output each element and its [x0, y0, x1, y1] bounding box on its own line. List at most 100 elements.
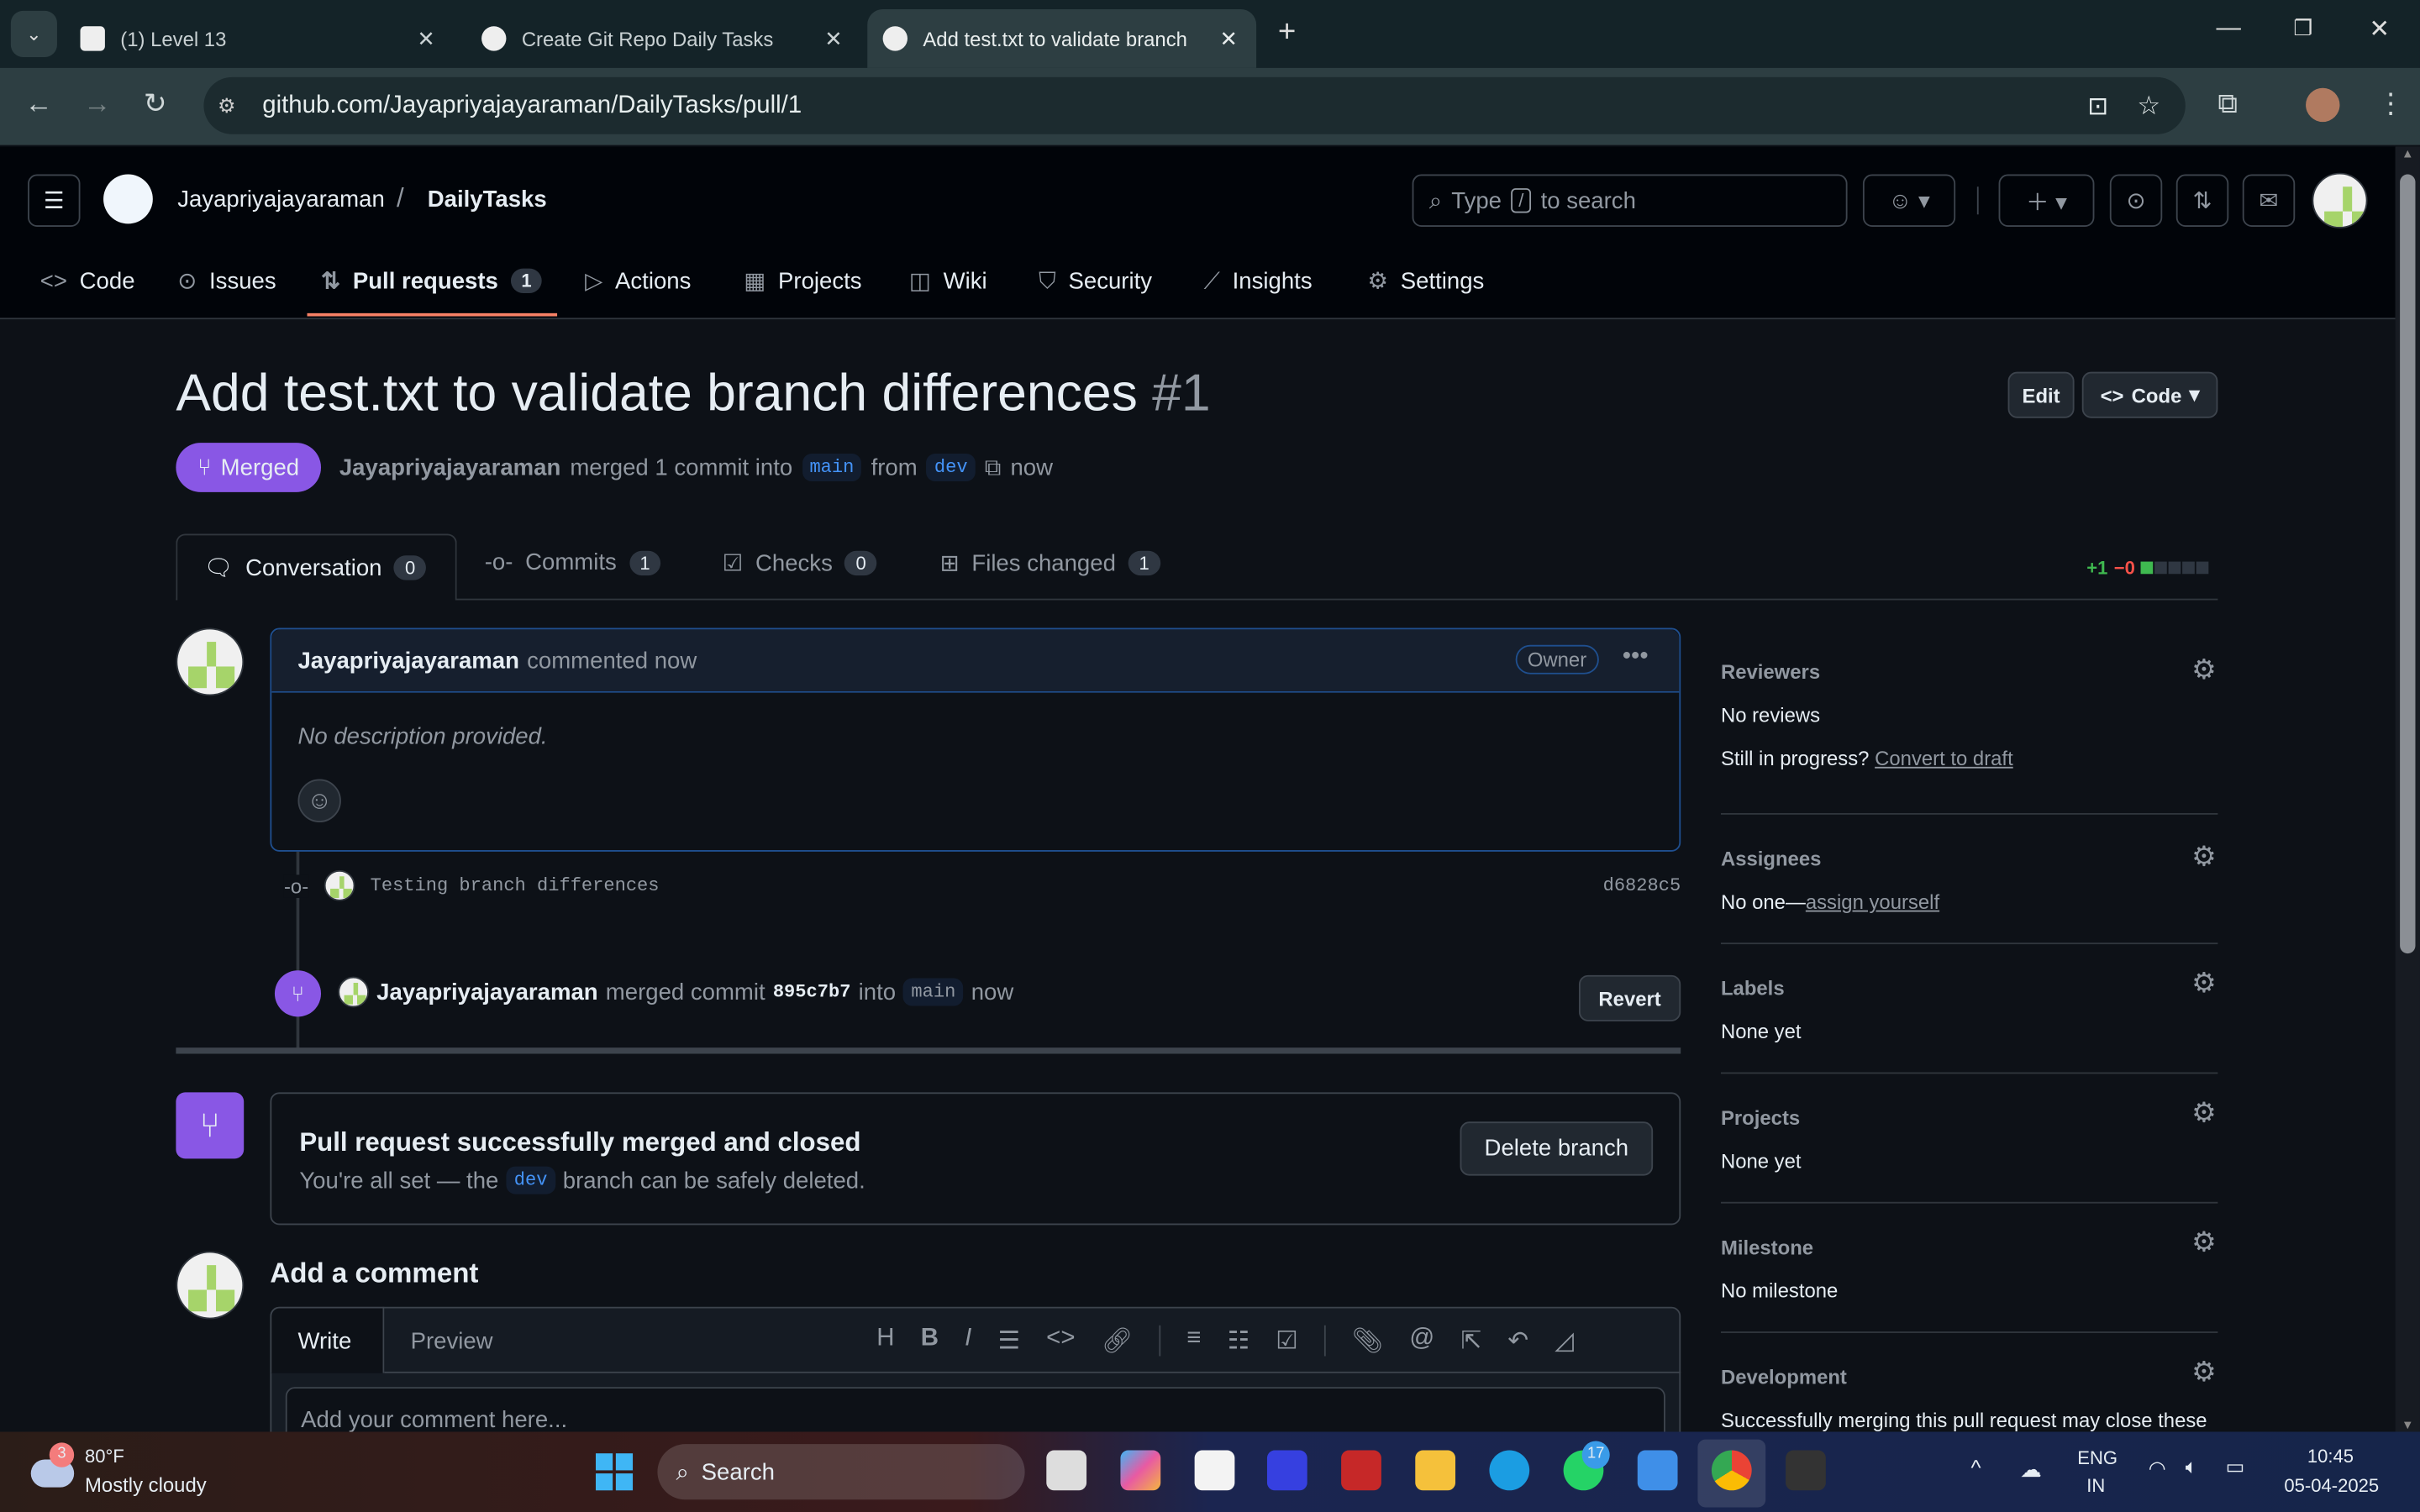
- site-settings-icon[interactable]: ⚙: [218, 93, 235, 118]
- italic-icon[interactable]: I: [965, 1326, 971, 1357]
- mention-icon[interactable]: @: [1409, 1326, 1434, 1357]
- wifi-icon[interactable]: ◠: [2149, 1457, 2166, 1481]
- address-bar[interactable]: ⚙ github.com/Jayapriyajayaraman/DailyTas…: [203, 76, 2186, 134]
- reviewers-gear-icon[interactable]: ⚙: [2191, 654, 2217, 687]
- inbox-icon[interactable]: ✉: [2242, 174, 2296, 227]
- task-view-icon[interactable]: [1046, 1450, 1087, 1491]
- user-avatar[interactable]: [2312, 172, 2368, 228]
- close-window-button[interactable]: ✕: [2369, 14, 2390, 45]
- repo-nav-actions[interactable]: ▷ Actions: [585, 255, 691, 307]
- commit-author-avatar[interactable]: [324, 869, 355, 901]
- volume-icon[interactable]: 🔈︎: [2186, 1455, 2197, 1479]
- onedrive-icon[interactable]: ☁: [2020, 1457, 2042, 1483]
- assign-yourself-link[interactable]: assign yourself: [1806, 890, 1939, 914]
- tab-commits[interactable]: -o- Commits 1: [485, 549, 661, 575]
- photos-icon[interactable]: [1637, 1450, 1678, 1491]
- development-gear-icon[interactable]: ⚙: [2191, 1356, 2217, 1389]
- copilot-icon[interactable]: [1120, 1450, 1161, 1491]
- bold-icon[interactable]: B: [921, 1326, 939, 1357]
- tab-search-button[interactable]: ⌄: [10, 10, 57, 57]
- commit-message-link[interactable]: Testing branch differences: [371, 874, 660, 896]
- labels-heading[interactable]: Labels: [1721, 977, 1785, 1000]
- tab-files-changed[interactable]: ⊞ Files changed 1: [940, 549, 1160, 577]
- close-tab-icon[interactable]: ✕: [417, 25, 435, 51]
- preview-tab[interactable]: Preview: [411, 1328, 493, 1354]
- clock-time[interactable]: 10:45: [2307, 1446, 2354, 1467]
- repo-name-link[interactable]: DailyTasks: [428, 186, 547, 213]
- restore-button[interactable]: ❐: [2293, 15, 2312, 41]
- tab-checks[interactable]: ☑ Checks 0: [723, 549, 877, 577]
- copilot-button[interactable]: ☺ ▾: [1862, 174, 1956, 227]
- forward-icon[interactable]: →: [83, 88, 111, 121]
- start-button[interactable]: [595, 1453, 634, 1491]
- labels-gear-icon[interactable]: ⚙: [2191, 968, 2217, 1000]
- reference-icon[interactable]: ⇱: [1460, 1326, 1481, 1357]
- code-dropdown-button[interactable]: <> Code ▾: [2081, 371, 2218, 418]
- more-options-icon[interactable]: •••: [1623, 643, 1649, 671]
- author-link[interactable]: Jayapriyajayaraman: [339, 454, 560, 480]
- quote-icon[interactable]: ☰: [998, 1326, 1020, 1357]
- search-input[interactable]: ⌕ Type / to search: [1412, 174, 1848, 227]
- hamburger-menu-button[interactable]: ☰: [28, 174, 81, 227]
- edge-icon[interactable]: [1489, 1450, 1530, 1491]
- heading-icon[interactable]: H: [876, 1326, 894, 1357]
- reload-icon[interactable]: ↻: [144, 88, 167, 121]
- code-icon[interactable]: <>: [1046, 1326, 1075, 1357]
- link-icon[interactable]: 🔗︎: [1102, 1326, 1133, 1357]
- pull-requests-icon[interactable]: ⇅: [2175, 174, 2229, 227]
- assignees-heading[interactable]: Assignees: [1721, 847, 1821, 870]
- chrome-icon[interactable]: [1711, 1450, 1752, 1491]
- current-user-avatar[interactable]: [176, 1251, 245, 1320]
- mcafee-icon[interactable]: [1341, 1450, 1381, 1491]
- milestone-gear-icon[interactable]: ⚙: [2191, 1226, 2217, 1259]
- comment-author-link[interactable]: Jayapriyajayaraman: [297, 648, 518, 674]
- reviewers-heading[interactable]: Reviewers: [1721, 660, 1820, 684]
- merge-commit-sha[interactable]: 895c7b7: [773, 981, 851, 1003]
- base-branch[interactable]: main: [802, 453, 862, 482]
- copy-icon[interactable]: ⧉: [985, 454, 1002, 480]
- scroll-down-icon[interactable]: ▼: [2396, 1418, 2420, 1432]
- scroll-up-icon[interactable]: ▲: [2396, 146, 2420, 160]
- write-tab[interactable]: Write: [270, 1306, 385, 1373]
- bookmark-star-icon[interactable]: ☆: [2137, 90, 2160, 121]
- unordered-list-icon[interactable]: ☷: [1228, 1326, 1249, 1357]
- merge-target-branch[interactable]: main: [903, 978, 964, 1006]
- profile-avatar[interactable]: [2306, 87, 2340, 123]
- delete-branch-button[interactable]: Delete branch: [1460, 1121, 1654, 1176]
- browser-tab[interactable]: Create Git Repo Daily Tasks ✕: [466, 9, 861, 68]
- menu-kebab-icon[interactable]: ⋮: [2377, 88, 2405, 121]
- repo-nav-issues[interactable]: ⊙ Issues: [177, 255, 276, 307]
- revert-button[interactable]: Revert: [1578, 974, 1681, 1021]
- repo-nav-wiki[interactable]: ◫ Wiki: [909, 255, 987, 307]
- repo-nav-settings[interactable]: ⚙ Settings: [1367, 255, 1484, 307]
- repo-owner-link[interactable]: Jayapriyajayaraman: [177, 186, 385, 213]
- tab-conversation[interactable]: 🗨 Conversation 0: [176, 533, 457, 601]
- attach-icon[interactable]: 📎︎: [1352, 1326, 1383, 1357]
- extensions-icon[interactable]: ⧉: [2217, 88, 2238, 121]
- close-tab-icon[interactable]: ✕: [1220, 25, 1239, 51]
- projects-heading[interactable]: Projects: [1721, 1106, 1800, 1130]
- repo-nav-insights[interactable]: ⟋ Insights: [1204, 255, 1313, 307]
- battery-icon[interactable]: ▭: [2226, 1455, 2245, 1479]
- milestone-heading[interactable]: Milestone: [1721, 1236, 1813, 1259]
- task-list-icon[interactable]: ☑: [1276, 1326, 1297, 1357]
- head-branch[interactable]: dev: [926, 453, 976, 482]
- taskbar-search[interactable]: ⌕ Search: [657, 1444, 1025, 1500]
- merger-avatar[interactable]: [338, 976, 369, 1008]
- new-tab-button[interactable]: +: [1278, 15, 1296, 50]
- ordered-list-icon[interactable]: ≡: [1186, 1326, 1201, 1357]
- commit-sha-link[interactable]: d6828c5: [1603, 874, 1681, 896]
- deletable-branch[interactable]: dev: [506, 1166, 555, 1194]
- repo-nav-code[interactable]: <> Code: [40, 255, 135, 307]
- close-tab-icon[interactable]: ✕: [824, 25, 843, 51]
- repo-nav-pull-requests[interactable]: ⇅ Pull requests 1: [321, 255, 543, 307]
- file-explorer-icon[interactable]: [1415, 1450, 1456, 1491]
- create-new-button[interactable]: ＋ ▾: [1998, 174, 2095, 227]
- repo-nav-projects[interactable]: ▦ Projects: [744, 255, 861, 307]
- merger-link[interactable]: Jayapriyajayaraman: [376, 979, 597, 1005]
- edit-button[interactable]: Edit: [2007, 371, 2075, 418]
- store-icon[interactable]: [1194, 1450, 1235, 1491]
- browser-tab-active[interactable]: Add test.txt to validate branch differen…: [867, 9, 1257, 68]
- back-icon[interactable]: ←: [24, 88, 52, 121]
- scrollbar-thumb[interactable]: [2400, 174, 2416, 954]
